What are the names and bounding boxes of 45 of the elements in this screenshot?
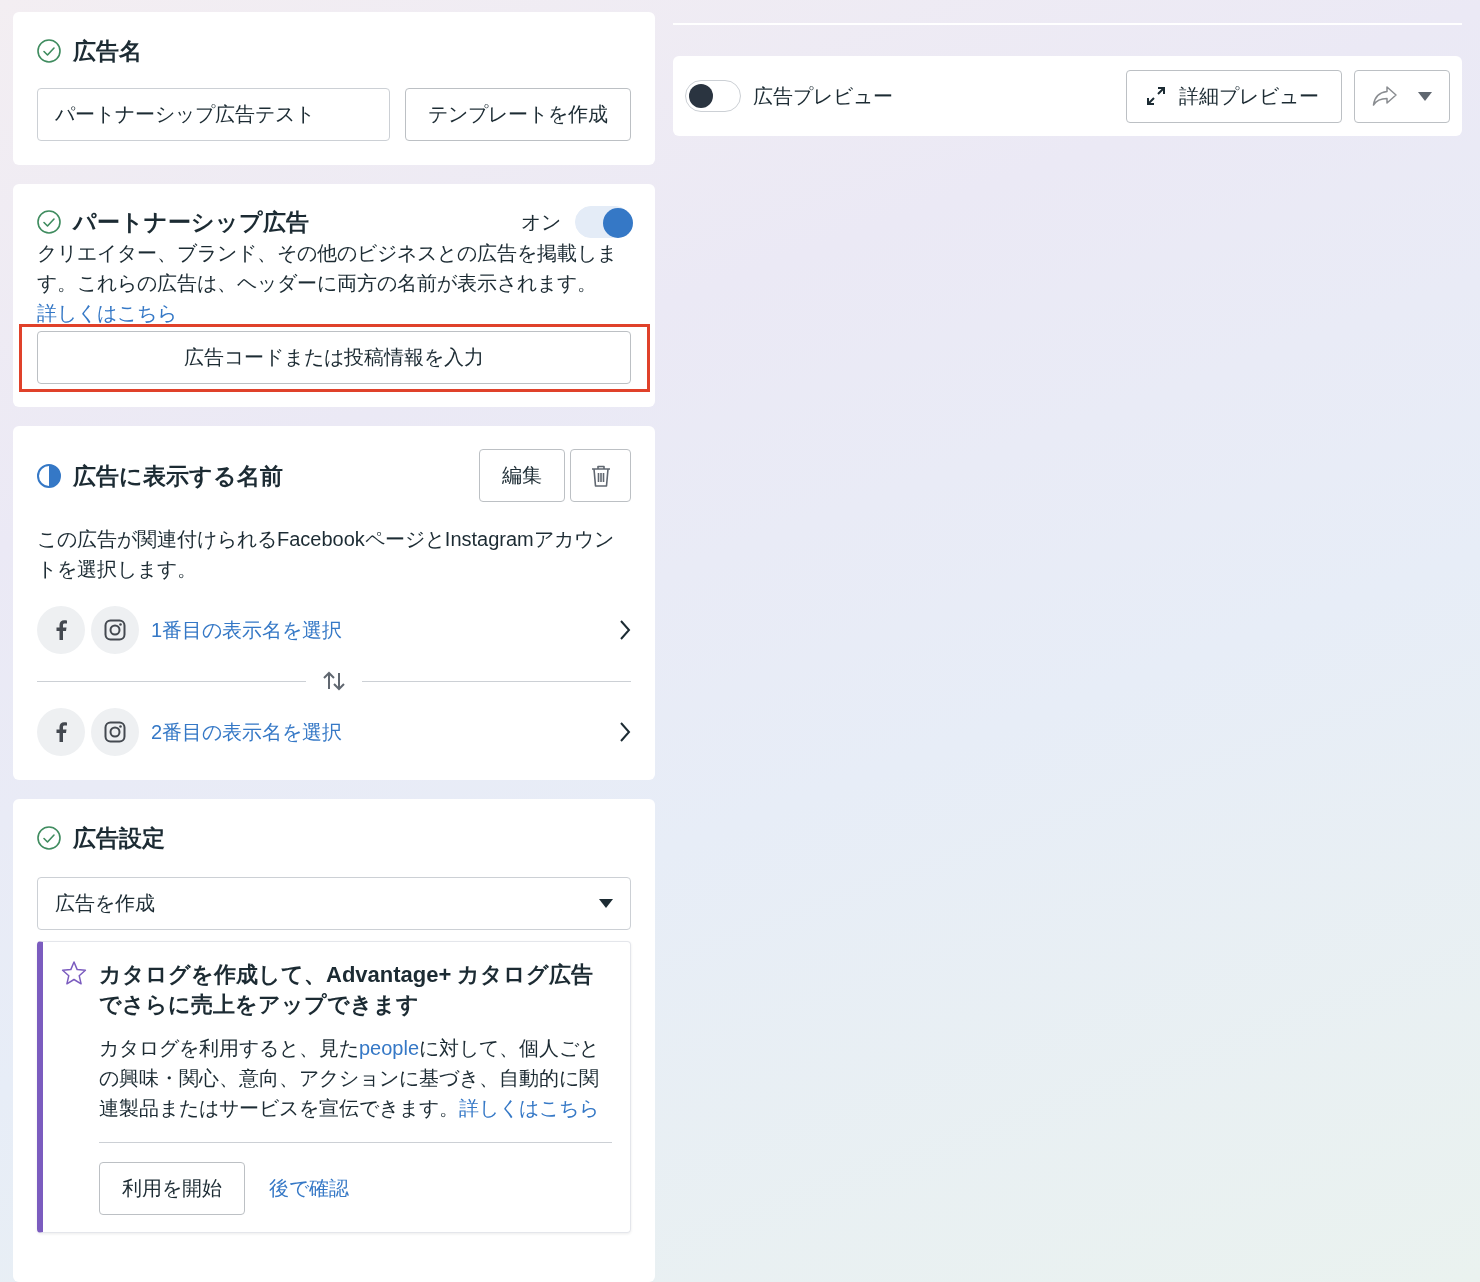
dropdown-value: 広告を作成 [55, 891, 155, 916]
learn-more-link[interactable]: people [359, 1037, 420, 1059]
partnership-toggle[interactable] [575, 206, 631, 238]
promo-title: カタログを作成して、Advantage+ カタログ広告でさらに売上をアップできます [99, 961, 595, 1019]
learn-more-link[interactable]: 詳しくはこちら [37, 302, 177, 324]
share-arrow-icon [1372, 85, 1398, 107]
section-title: 広告設定 [73, 824, 165, 853]
partnership-description: クリエイター、ブランド、その他のビジネスとの広告を掲載します。これらの広告は、ヘッダーに両方の名前が表示されます。 詳しくはこちら [37, 241, 618, 326]
template-button[interactable]: テンプレートを作成 [405, 88, 631, 141]
caret-down-icon [599, 899, 613, 908]
camera-icon [91, 606, 139, 654]
edit-button[interactable]: 編集 [479, 449, 565, 502]
section-title: パートナーシップ広告 [73, 208, 309, 237]
half-circle-icon [37, 463, 61, 488]
enter-code-button[interactable]: 広告コードまたは投稿情報を入力 [37, 331, 631, 384]
caret-down-icon [1418, 91, 1432, 101]
select-name-link[interactable]: 1番目の表示名を選択 [151, 616, 343, 644]
preview-label: 広告プレビュー [753, 83, 893, 109]
star-icon [61, 960, 87, 986]
select-name-link[interactable]: 2番目の表示名を選択 [151, 718, 343, 746]
preview-toggle[interactable] [685, 80, 741, 112]
expand-icon [1147, 87, 1165, 105]
trash-icon [589, 463, 612, 488]
check-circle-icon [37, 39, 61, 63]
f-logo-icon [37, 606, 85, 654]
section-title: 広告名 [73, 37, 142, 66]
section-title: 広告に表示する名前 [73, 461, 283, 491]
detail-preview-button[interactable]: 詳細プレビュー [1126, 69, 1342, 123]
get-started-button[interactable]: 利用を開始 [99, 1162, 245, 1215]
learn-more-link[interactable]: 詳しくはこちら [459, 1097, 599, 1119]
ad-name-field[interactable]: パートナーシップ広告テスト [37, 88, 390, 141]
chevron-right-icon [619, 619, 631, 641]
promo-description: カタログを利用すると、見たpeopleに対して、個人ごとの興味・関心、意向、アクションに基づき、自動的に関連製品またはサービスを宣伝できます。詳しくはこちら [99, 1036, 601, 1121]
check-circle-icon [37, 826, 61, 850]
ad-type-dropdown[interactable]: 広告を作成 [37, 877, 631, 930]
share-button[interactable] [1354, 69, 1450, 123]
swap-arrows-icon [322, 671, 346, 691]
f-logo-icon [37, 708, 85, 756]
later-link[interactable]: 後で確認 [269, 1175, 349, 1202]
chevron-right-icon [619, 721, 631, 743]
camera-icon [91, 708, 139, 756]
delete-button[interactable] [570, 449, 631, 502]
toggle-label: オン [521, 209, 561, 235]
names-description: この広告が関連付けられるFacebookページとInstagramアカウントを選択します。 [37, 527, 615, 582]
check-circle-icon [37, 210, 61, 234]
